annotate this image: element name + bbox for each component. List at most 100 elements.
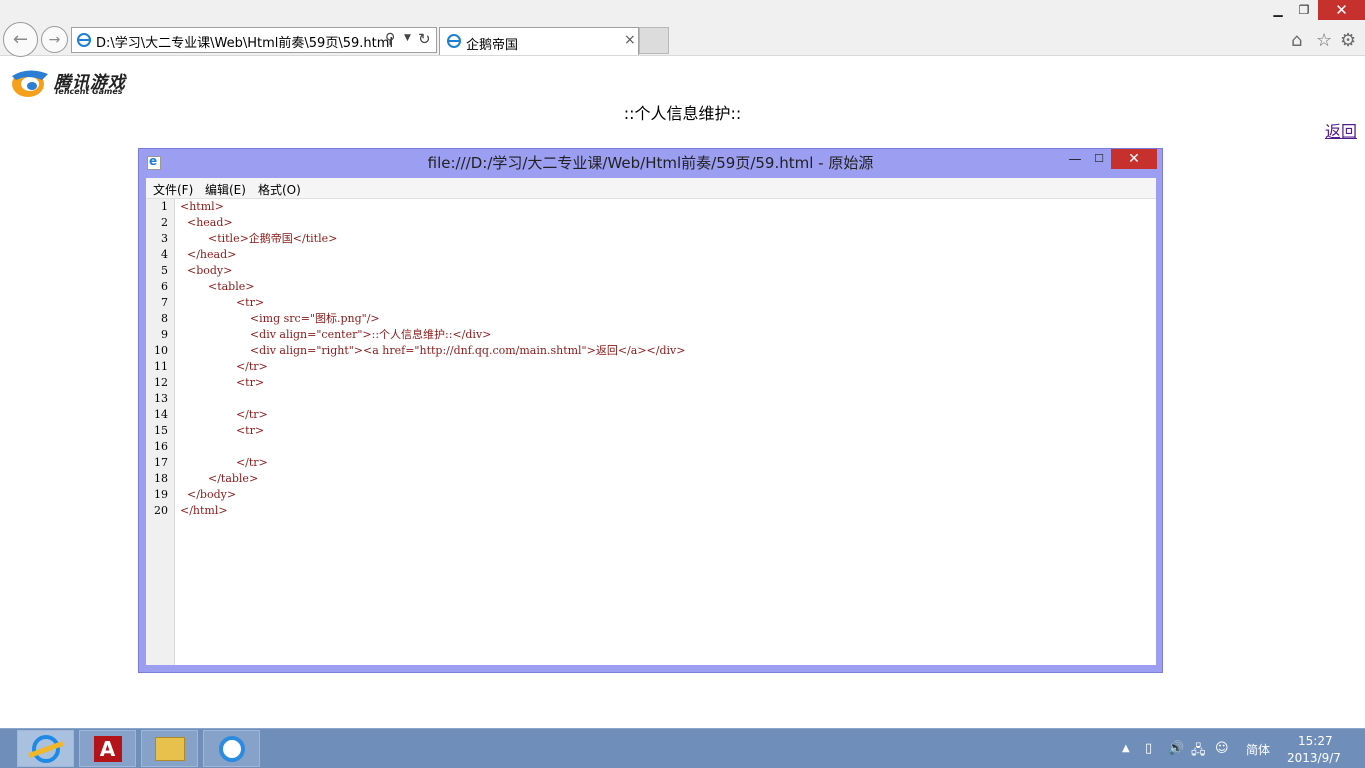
clock-time[interactable]: 15:27 (1298, 734, 1333, 748)
code-text: </head> (180, 248, 237, 261)
line-number: 1 (161, 200, 168, 213)
close-icon: ✕ (1128, 151, 1140, 167)
back-button[interactable]: ← (3, 22, 38, 57)
code-line: 19 </body> (146, 487, 1146, 503)
code-text: </tr> (180, 408, 268, 421)
source-minimize-button[interactable]: — (1065, 152, 1085, 172)
line-number: 14 (154, 408, 168, 421)
line-number: 16 (154, 440, 168, 453)
gear-icon[interactable]: ⚙ (1340, 30, 1356, 51)
taskbar-explorer-button[interactable] (141, 730, 198, 767)
code-line: 4 </head> (146, 247, 1146, 263)
minimize-icon: — (1068, 152, 1082, 167)
code-text: </html> (180, 504, 228, 517)
maximize-icon: ☐ (1094, 152, 1104, 165)
source-client-area: 文件(F) 编辑(E) 格式(O) 1 <html> 2 <head> 3 <titl… (146, 178, 1156, 665)
line-number: 13 (154, 392, 168, 405)
search-icon[interactable]: ⚲ (385, 31, 395, 47)
taskbar-qq-button[interactable] (203, 730, 260, 767)
code-line: 1 <html> (146, 199, 1146, 215)
home-icon[interactable]: ⌂ (1291, 30, 1302, 51)
forward-button[interactable]: → (41, 26, 68, 53)
code-text: <html> (180, 200, 224, 213)
source-menubar: 文件(F) 编辑(E) 格式(O) (146, 178, 1156, 199)
taskbar-acrobat-button[interactable]: A (79, 730, 136, 767)
line-number: 9 (161, 328, 168, 341)
code-text: <img src="图标.png"/> (180, 312, 380, 325)
back-arrow-icon: ← (12, 28, 29, 50)
code-text: <tr> (180, 376, 265, 389)
clock-date[interactable]: 2013/9/7 (1287, 751, 1341, 765)
menu-format[interactable]: 格式(O) (258, 181, 301, 198)
code-line: 3 <title>企鹅帝国</title> (146, 231, 1146, 247)
minimize-icon: ▁ (1273, 3, 1283, 17)
line-number: 3 (161, 232, 168, 245)
taskbar-ie-button[interactable] (17, 730, 74, 767)
chevron-down-icon[interactable]: ▼ (404, 33, 411, 43)
star-icon[interactable]: ☆ (1316, 30, 1332, 51)
line-number: 10 (154, 344, 168, 357)
page-heading: ::个人信息维护:: (623, 104, 742, 123)
code-line: 2 <head> (146, 215, 1146, 231)
tencent-games-logo: 腾讯游戏 Tencent Games (8, 66, 134, 102)
tab-close-icon[interactable]: × (624, 32, 636, 48)
code-line: 10 <div align="right"><a href="http://dn… (146, 343, 1146, 359)
source-window-title: file:///D:/学习/大二专业课/Web/Html前奏/59页/59.ht… (427, 154, 874, 172)
code-text: </tr> (180, 456, 268, 469)
restore-icon: ❐ (1298, 3, 1310, 17)
file-explorer-icon (154, 737, 185, 761)
line-number: 2 (161, 216, 168, 229)
code-text: </table> (180, 472, 259, 485)
refresh-icon[interactable]: ↻ (418, 30, 431, 48)
logo-subtitle: Tencent Games (54, 87, 123, 96)
tray-ime-indicator[interactable]: 简体 (1246, 741, 1270, 758)
browser-chrome: ← → D:\学习\大二专业课\Web\Html前奏\59页\59.html ⚲… (0, 0, 1365, 57)
line-number: 5 (161, 264, 168, 277)
code-text: <div align="right"><a href="http://dnf.q… (180, 344, 686, 357)
code-line: 7 <tr> (146, 295, 1146, 311)
line-number: 17 (154, 456, 168, 469)
ie-tab-icon (447, 34, 461, 48)
address-text[interactable]: D:\学习\大二专业课\Web\Html前奏\59页\59.html (96, 32, 393, 51)
code-text: <tr> (180, 424, 265, 437)
close-button[interactable]: ✕ (1318, 0, 1365, 20)
line-number: 7 (161, 296, 168, 309)
back-link[interactable]: 返回 (1325, 118, 1357, 142)
code-line: 9 <div align="center">::个人信息维护::</div> (146, 327, 1146, 343)
source-maximize-button[interactable]: ☐ (1089, 152, 1109, 172)
tab-active[interactable]: 企鹅帝国 × (439, 27, 639, 55)
code-line: 15 <tr> (146, 423, 1146, 439)
line-number: 6 (161, 280, 168, 293)
address-bar[interactable]: D:\学习\大二专业课\Web\Html前奏\59页\59.html ⚲ ▼ ↻ (71, 27, 437, 53)
tray-device-icon[interactable]: ▯ (1145, 741, 1152, 756)
code-line: 13 (146, 391, 1146, 407)
code-line: 11 </tr> (146, 359, 1146, 375)
forward-arrow-icon: → (48, 31, 61, 48)
new-tab-button[interactable] (639, 27, 669, 54)
source-close-button[interactable]: ✕ (1111, 149, 1157, 169)
restore-button[interactable]: ❐ (1294, 0, 1314, 20)
adobe-acrobat-icon: A (93, 736, 122, 762)
code-text: </body> (180, 488, 237, 501)
tray-overflow-icon[interactable]: ▲ (1122, 743, 1130, 754)
line-number: 4 (161, 248, 168, 261)
view-source-window: file:///D:/学习/大二专业课/Web/Html前奏/59页/59.ht… (138, 148, 1163, 673)
menu-edit[interactable]: 编辑(E) (205, 181, 246, 198)
minimize-button[interactable]: ▁ (1268, 0, 1288, 20)
line-number: 11 (154, 360, 168, 373)
line-number: 8 (161, 312, 168, 325)
tray-volume-icon[interactable]: 🔊 (1168, 741, 1184, 756)
line-number: 15 (154, 424, 168, 437)
code-line: 16 (146, 439, 1146, 455)
close-icon: ✕ (1335, 1, 1348, 19)
tray-network-icon[interactable]: 🖧 (1191, 741, 1206, 763)
line-number: 12 (154, 376, 168, 389)
tray-qq-icon[interactable]: ☺ (1215, 741, 1229, 756)
menu-file[interactable]: 文件(F) (153, 181, 193, 198)
code-text: <div align="center">::个人信息维护::</div> (180, 328, 492, 341)
code-line: 17 </tr> (146, 455, 1146, 471)
line-number: 19 (154, 488, 168, 501)
code-text: </tr> (180, 360, 268, 373)
code-line: 18 </table> (146, 471, 1146, 487)
tencent-logo-icon (12, 70, 48, 97)
